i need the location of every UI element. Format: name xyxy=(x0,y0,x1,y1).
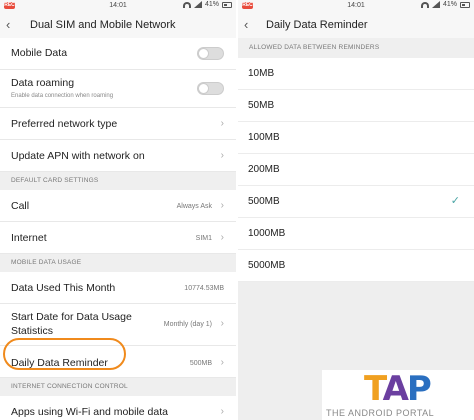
title-bar: ‹ Daily Data Reminder xyxy=(238,12,474,38)
internet-label: Internet xyxy=(11,232,47,244)
start-date-label-line1: Start Date for Data Usage xyxy=(11,311,132,323)
apps-wifi-row[interactable]: Apps using Wi-Fi and mobile data › xyxy=(0,396,236,420)
toggle-knob xyxy=(198,83,209,94)
watermark: TAP THE ANDROID PORTAL xyxy=(322,370,474,420)
update-apn-row[interactable]: Update APN with network on › xyxy=(0,140,236,172)
reminder-option-label: 10MB xyxy=(248,68,275,79)
section-internet-control: INTERNET CONNECTION CONTROL xyxy=(0,378,236,396)
section-default-card: DEFAULT CARD SETTINGS xyxy=(0,172,236,190)
data-used-value: 10774.53MB xyxy=(184,285,224,292)
preferred-network-row[interactable]: Preferred network type › xyxy=(0,108,236,140)
reminder-option-label: 5000MB xyxy=(248,260,286,271)
chevron-right-icon: › xyxy=(220,118,224,129)
section-label: MOBILE DATA USAGE xyxy=(11,259,82,266)
daily-data-reminder-value: 500MB xyxy=(189,360,212,367)
chevron-right-icon: › xyxy=(220,318,224,329)
reminder-option-label: 100MB xyxy=(248,132,280,143)
mobile-data-toggle[interactable] xyxy=(197,47,224,60)
chevron-right-icon: › xyxy=(220,406,224,417)
data-roaming-row[interactable]: Data roaming Enable data connection when… xyxy=(0,70,236,108)
reminder-option[interactable]: 5000MB xyxy=(238,250,474,282)
battery-percent: 41% xyxy=(204,1,219,8)
update-apn-label: Update APN with network on xyxy=(11,150,145,162)
reminder-option[interactable]: 100MB xyxy=(238,122,474,154)
reminder-option[interactable]: 200MB xyxy=(238,154,474,186)
status-icons: 41% xyxy=(420,1,470,8)
chevron-right-icon: › xyxy=(220,357,224,368)
chevron-right-icon: › xyxy=(220,232,224,243)
title-bar: ‹ Dual SIM and Mobile Network xyxy=(0,12,236,38)
internet-value: SIM1 xyxy=(195,235,212,242)
back-arrow-icon[interactable]: ‹ xyxy=(6,18,18,32)
data-roaming-toggle[interactable] xyxy=(197,82,224,95)
reminder-option[interactable]: 10MB xyxy=(238,58,474,90)
battery-icon xyxy=(222,1,232,8)
mobile-data-label: Mobile Data xyxy=(11,47,68,59)
reminder-option-label: 500MB xyxy=(248,196,280,207)
back-arrow-icon[interactable]: ‹ xyxy=(244,18,256,32)
mobile-data-row[interactable]: Mobile Data xyxy=(0,38,236,70)
data-used-label: Data Used This Month xyxy=(11,282,116,294)
reminder-option[interactable]: 500MB ✓ xyxy=(238,186,474,218)
chevron-right-icon: › xyxy=(220,150,224,161)
section-mobile-usage: MOBILE DATA USAGE xyxy=(0,254,236,272)
status-bar: REC 14:01 41% xyxy=(0,0,236,12)
preferred-network-label: Preferred network type xyxy=(11,118,118,130)
battery-percent: 41% xyxy=(442,1,457,8)
section-label: INTERNET CONNECTION CONTROL xyxy=(11,383,128,390)
page-title: Dual SIM and Mobile Network xyxy=(30,19,176,31)
reminder-option-label: 50MB xyxy=(248,100,275,111)
call-value: Always Ask xyxy=(176,203,212,210)
reminder-option[interactable]: 1000MB xyxy=(238,218,474,250)
internet-row[interactable]: Internet SIM1 › xyxy=(0,222,236,254)
right-screen: REC 14:01 41% ‹ Daily Data Reminder ALLO… xyxy=(238,0,474,420)
wifi-icon xyxy=(420,1,429,8)
battery-icon xyxy=(460,1,470,8)
watermark-text: THE ANDROID PORTAL xyxy=(326,408,435,418)
section-label: DEFAULT CARD SETTINGS xyxy=(11,177,99,184)
call-row[interactable]: Call Always Ask › xyxy=(0,190,236,222)
left-screen: REC 14:01 41% ‹ Dual SIM and Mobile Netw… xyxy=(0,0,236,420)
reminder-option-label: 1000MB xyxy=(248,228,286,239)
section-allowed-data: ALLOWED DATA BETWEEN REMINDERS xyxy=(238,38,474,58)
data-roaming-label: Data roaming xyxy=(11,77,75,89)
section-label: ALLOWED DATA BETWEEN REMINDERS xyxy=(249,44,380,51)
page-title: Daily Data Reminder xyxy=(266,19,368,31)
toggle-knob xyxy=(198,48,209,59)
chevron-right-icon: › xyxy=(220,200,224,211)
data-used-row: Data Used This Month 10774.53MB xyxy=(0,272,236,304)
check-icon: ✓ xyxy=(450,195,460,207)
apps-wifi-label: Apps using Wi-Fi and mobile data xyxy=(11,406,168,418)
reminder-option-label: 200MB xyxy=(248,164,280,175)
status-icons: 41% xyxy=(182,1,232,8)
signal-icon xyxy=(431,1,440,8)
status-bar: REC 14:01 41% xyxy=(238,0,474,12)
watermark-logo: TAP xyxy=(364,369,432,409)
reminder-option[interactable]: 50MB xyxy=(238,90,474,122)
start-date-value: Monthly (day 1) xyxy=(163,321,212,328)
wifi-icon xyxy=(182,1,191,8)
start-date-label-line2: Statistics xyxy=(11,325,54,337)
highlight-circle xyxy=(3,338,126,370)
data-roaming-description: Enable data connection when roaming xyxy=(11,93,114,99)
signal-icon xyxy=(193,1,202,8)
call-label: Call xyxy=(11,200,30,212)
reminder-options-list: 10MB 50MB 100MB 200MB 500MB ✓ 1000MB 5000MB xyxy=(238,58,474,282)
